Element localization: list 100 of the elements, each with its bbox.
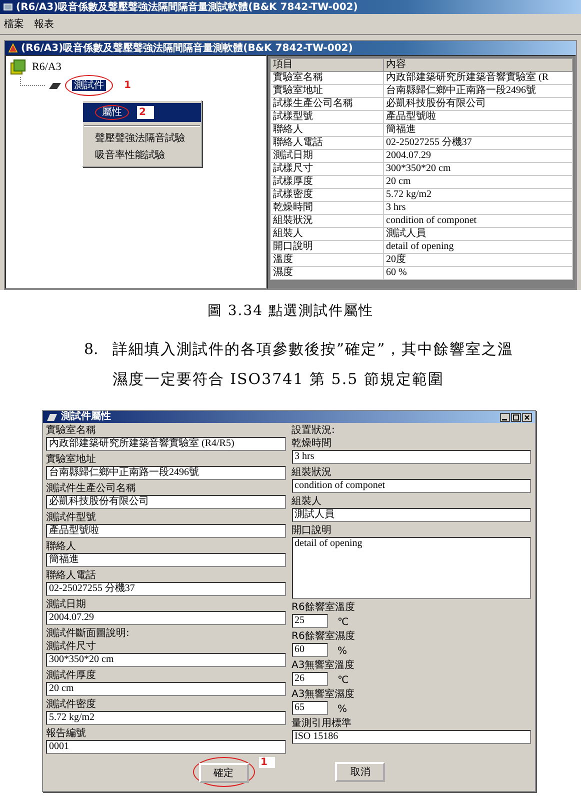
field-label: 實驗室名稱 bbox=[46, 424, 97, 437]
text-field[interactable]: 02-25027255 分機37 bbox=[46, 582, 286, 596]
table-cell: 實驗室地址 bbox=[270, 84, 384, 98]
window-title: 測試件屬性 bbox=[61, 411, 111, 423]
field-label: 組裝狀況 bbox=[292, 466, 332, 479]
table-cell: 20 cm bbox=[384, 176, 572, 188]
text-field[interactable]: 必凱科技股份有限公司 bbox=[46, 495, 286, 509]
minimize-icon[interactable] bbox=[500, 412, 510, 422]
table-cell: 內政部建築研究所建築音響實驗室 (R bbox=[384, 72, 572, 84]
field-label: 量測引用標準 bbox=[292, 717, 352, 730]
field-label: A3無響室溫度 bbox=[292, 659, 356, 672]
text-field[interactable]: 產品型號啦 bbox=[46, 524, 286, 538]
table-cell: 台南縣歸仁鄉中正南路一段2496號 bbox=[384, 84, 572, 98]
text-field[interactable]: 20 cm bbox=[46, 682, 286, 696]
unit-label: % bbox=[338, 704, 348, 714]
window-title: (R6/A3)吸音係數及聲壓聲強法隔間隔音量測試軟體(B&K 7842-TW-002) bbox=[16, 0, 358, 14]
field-label: 測試件密度 bbox=[46, 698, 97, 711]
table-cell: 聯絡人電話 bbox=[270, 136, 384, 150]
text-field[interactable]: 2004.07.29 bbox=[46, 611, 286, 625]
table-cell: 20度 bbox=[384, 254, 572, 266]
text-field[interactable]: 0001 bbox=[46, 740, 286, 754]
text-field[interactable]: 25 bbox=[292, 614, 328, 628]
field-label: 聯絡人 bbox=[46, 540, 77, 553]
field-label: 實驗室地址 bbox=[46, 453, 97, 466]
table-cell: 聯絡人 bbox=[270, 124, 384, 136]
body-text: 濕度一定要符合 ISO3741 第 5.5 節規定範圍 bbox=[112, 369, 445, 390]
menu-item[interactable]: 檔案 bbox=[4, 17, 24, 31]
app-icon bbox=[3, 2, 13, 12]
table-cell: 5.72 kg/m2 bbox=[384, 188, 572, 202]
ok-button[interactable]: 確定 bbox=[198, 763, 249, 783]
column-header[interactable]: 項目 bbox=[270, 58, 384, 72]
table-cell: 簡福進 bbox=[384, 124, 572, 136]
table-cell: 實驗室名稱 bbox=[270, 72, 384, 84]
table-cell: detail of opening bbox=[384, 240, 572, 254]
step-number: 8. bbox=[84, 339, 98, 360]
table-cell: 試樣型號 bbox=[270, 110, 384, 124]
app-icon bbox=[8, 43, 18, 53]
folder-icon bbox=[10, 59, 26, 75]
field-label: A3無響室濕度 bbox=[292, 688, 356, 701]
annotation-number: 2 bbox=[137, 106, 154, 119]
table-cell: 乾燥時間 bbox=[270, 202, 384, 214]
text-field[interactable]: 台南縣歸仁鄉中正南路一段2496號 bbox=[46, 466, 286, 480]
text-field[interactable]: 65 bbox=[292, 701, 328, 715]
table-cell: 測試人員 bbox=[384, 228, 572, 240]
field-label: 乾燥時間 bbox=[292, 437, 332, 450]
table-cell: 濕度 bbox=[270, 266, 384, 280]
field-label: R6餘響室溫度 bbox=[292, 601, 356, 614]
table-cell: 組裝狀況 bbox=[270, 214, 384, 228]
close-icon[interactable] bbox=[522, 412, 532, 422]
menu-item[interactable]: 報表 bbox=[34, 17, 54, 31]
table-cell: 溫度 bbox=[270, 254, 384, 266]
table-cell: 試樣生產公司名稱 bbox=[270, 98, 384, 110]
table-cell: 300*350*20 cm bbox=[384, 162, 572, 176]
table-cell: 3 hrs bbox=[384, 202, 572, 214]
field-label: 組裝人 bbox=[292, 495, 322, 508]
window-title: (R6/A3)吸音係數及聲壓聲強法隔間隔音量測軟體(B&K 7842-TW-002) bbox=[21, 42, 353, 54]
table-cell: 組裝人 bbox=[270, 228, 384, 240]
table-cell: condition of componet bbox=[384, 214, 572, 228]
menu-item-label[interactable]: 屬性 bbox=[102, 107, 122, 118]
menu-item[interactable]: 吸音率性能試驗 bbox=[83, 147, 201, 164]
table-cell: 02-25027255 分機37 bbox=[384, 136, 572, 150]
tree-item[interactable]: 測試件 bbox=[72, 80, 106, 91]
field-label: 測試件型號 bbox=[46, 511, 97, 524]
field-label: 測試件生產公司名稱 bbox=[46, 482, 137, 495]
text-field[interactable]: 26 bbox=[292, 672, 328, 686]
field-label: 測試日期 bbox=[46, 598, 87, 611]
table-cell: 試樣厚度 bbox=[270, 176, 384, 188]
field-label: 測試件尺寸 bbox=[46, 640, 97, 653]
text-field[interactable]: 簡福進 bbox=[46, 553, 286, 567]
field-label: R6餘響室濕度 bbox=[292, 630, 356, 643]
body-text: 詳細填入測試件的各項參數後按”確定”，其中餘響室之溫 bbox=[112, 339, 514, 360]
annotation-number: 1 bbox=[124, 80, 131, 91]
section-label: 設置狀況: bbox=[292, 424, 336, 437]
field-label: 開口說明 bbox=[292, 524, 332, 537]
menu-item[interactable]: 聲壓聲強法隔音試驗 bbox=[83, 130, 201, 147]
text-field[interactable]: condition of componet bbox=[292, 479, 531, 493]
table-cell: 產品型號啦 bbox=[384, 110, 572, 124]
text-field[interactable]: 內政部建築研究所建築音響實驗室 (R4/R5) bbox=[46, 437, 286, 451]
table-cell: 測試日期 bbox=[270, 150, 384, 162]
figure-caption: 圖 3.34 點選測試件屬性 bbox=[206, 302, 375, 320]
column-header[interactable]: 內容 bbox=[384, 58, 572, 72]
text-field[interactable]: 測試人員 bbox=[292, 508, 531, 522]
unit-label: % bbox=[338, 646, 348, 656]
text-field[interactable]: 3 hrs bbox=[292, 450, 531, 464]
cancel-button[interactable]: 取消 bbox=[335, 762, 386, 782]
text-field[interactable]: 60 bbox=[292, 643, 328, 657]
unit-label: ℃ bbox=[338, 674, 349, 686]
table-cell: 開口說明 bbox=[270, 240, 384, 254]
text-area[interactable]: detail of opening bbox=[292, 537, 531, 599]
menu-item-row[interactable]: 屬性 2 bbox=[83, 103, 201, 122]
unit-label: ℃ bbox=[338, 616, 349, 628]
text-field[interactable]: ISO 15186 bbox=[292, 730, 531, 744]
text-field[interactable]: 300*350*20 cm bbox=[46, 653, 286, 667]
text-field[interactable]: 5.72 kg/m2 bbox=[46, 711, 286, 725]
section-label: 測試件斷面圖說明: bbox=[46, 627, 130, 640]
field-label: 測試件厚度 bbox=[46, 669, 97, 682]
annotation-number: 1 bbox=[258, 757, 276, 768]
field-label: 報告編號 bbox=[46, 727, 87, 740]
tree-item[interactable]: R6/A3 bbox=[30, 60, 64, 74]
maximize-icon[interactable] bbox=[511, 412, 521, 422]
